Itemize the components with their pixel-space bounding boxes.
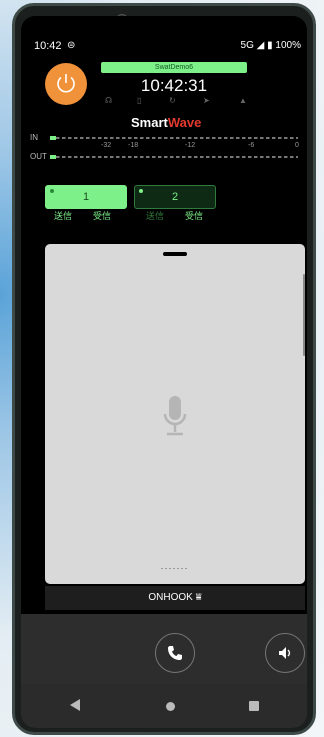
channel-2-label: 2 bbox=[171, 191, 179, 203]
status-icons: ☊ ▯ ↻ ➤ ▲ bbox=[105, 96, 255, 106]
battery-level: 100% bbox=[275, 40, 301, 51]
signal-icon: ◢ bbox=[256, 40, 265, 51]
speaker-icon bbox=[279, 647, 291, 659]
power-button[interactable] bbox=[45, 63, 87, 105]
scale-tick: -32 bbox=[101, 142, 112, 149]
warning-icon: ▲ bbox=[239, 96, 247, 105]
navigation-bar bbox=[21, 684, 307, 728]
channel-1-receive: 受信 bbox=[93, 211, 112, 221]
resize-grip[interactable] bbox=[161, 568, 189, 572]
logo-text-b: Wave bbox=[167, 115, 202, 130]
channel-2-send: 送信 bbox=[146, 211, 165, 221]
meter-in-label: IN bbox=[30, 133, 38, 142]
meter-scale: -32 -18 -12 -6 0 bbox=[21, 142, 307, 151]
scrollbar[interactable] bbox=[303, 274, 305, 356]
back-icon[interactable] bbox=[69, 698, 81, 712]
speaker-button[interactable] bbox=[265, 633, 305, 673]
drag-handle[interactable] bbox=[163, 252, 187, 256]
power-icon bbox=[57, 74, 75, 93]
battery-small-icon: ▯ bbox=[137, 96, 142, 105]
clock: 10:42:31 bbox=[140, 76, 208, 95]
scale-tick: 0 bbox=[295, 142, 299, 149]
onhook-toggle[interactable]: ONHOOK ⩸ bbox=[45, 586, 305, 610]
meter-out-label: OUT bbox=[30, 152, 47, 161]
battery-icon: ▮ bbox=[267, 40, 273, 51]
microphone-icon bbox=[163, 396, 187, 436]
connection-name: SwatDemo6 bbox=[101, 62, 247, 73]
phone-frame: 10:42 ⊜ 5G ◢ ▮ 100% SwatDemo6 10:42:31 ☊… bbox=[12, 3, 316, 735]
status-bar: 10:42 ⊜ 5G ◢ ▮ 100% bbox=[21, 40, 307, 56]
channel-1-button[interactable]: 1 bbox=[45, 185, 127, 209]
meter-in-level bbox=[50, 136, 56, 140]
meter-out: OUT bbox=[21, 152, 307, 162]
channel-2-button[interactable]: 2 bbox=[134, 185, 216, 209]
channel-1-indicator bbox=[50, 189, 54, 193]
scale-tick: -12 bbox=[185, 142, 196, 149]
recent-apps-icon[interactable] bbox=[249, 701, 259, 711]
channel-2-indicator bbox=[139, 189, 143, 193]
meter-in-track bbox=[50, 137, 298, 139]
meter-out-track bbox=[50, 156, 298, 158]
channel-2-receive: 受信 bbox=[185, 211, 204, 221]
app-screen: 10:42 ⊜ 5G ◢ ▮ 100% SwatDemo6 10:42:31 ☊… bbox=[21, 16, 307, 728]
status-time: 10:42 bbox=[34, 40, 62, 52]
notification-icon: ⊜ bbox=[67, 40, 76, 51]
scale-tick: -6 bbox=[248, 142, 255, 149]
call-button[interactable] bbox=[155, 633, 195, 673]
headset-icon: ☊ bbox=[105, 96, 113, 105]
meter-out-level bbox=[50, 155, 56, 159]
home-icon[interactable] bbox=[166, 702, 175, 711]
phone-icon bbox=[168, 646, 182, 660]
sync-icon: ↻ bbox=[169, 96, 176, 105]
network-label: 5G bbox=[240, 40, 254, 51]
logo-text-a: Smart bbox=[131, 115, 168, 130]
location-icon: ➤ bbox=[203, 96, 210, 105]
scale-tick: -18 bbox=[128, 142, 139, 149]
smartwave-logo: SmartWave bbox=[131, 115, 201, 130]
channel-1-label: 1 bbox=[82, 191, 90, 203]
status-right: 5G ◢ ▮ 100% bbox=[241, 40, 301, 51]
push-to-talk-panel[interactable] bbox=[45, 244, 305, 584]
channel-1-send: 送信 bbox=[54, 211, 73, 221]
